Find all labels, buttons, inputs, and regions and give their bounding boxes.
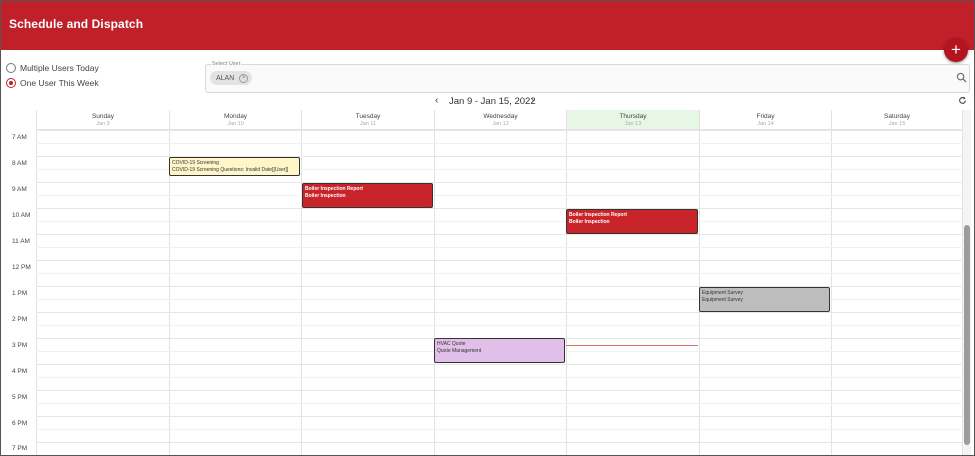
day-header-thursday-today: Thursday Jan 13	[566, 110, 699, 130]
user-select-field[interactable]: Select User ALAN ×	[205, 61, 970, 93]
day-date: Jan 15	[888, 121, 906, 127]
day-date: Jan 12	[492, 121, 509, 127]
time-label: 5 PM	[12, 394, 28, 401]
day-column[interactable]	[434, 130, 566, 455]
day-column[interactable]	[831, 130, 963, 455]
time-label: 12 PM	[12, 264, 31, 271]
calendar-grid: Sunday Jan 9 Monday Jan 10 Tuesday Jan 1…	[4, 110, 963, 455]
half-hour-line	[36, 377, 963, 378]
app-header: Schedule and Dispatch	[1, 1, 974, 50]
event-equipment-survey[interactable]: Equipment Survey Equipment Survey	[699, 287, 830, 312]
next-week-button[interactable]: ›	[531, 95, 534, 106]
hour-line	[36, 416, 963, 417]
half-hour-line	[36, 273, 963, 274]
radio-multiple-users-today[interactable]: Multiple Users Today	[6, 63, 99, 73]
time-label: 7 PM	[12, 445, 28, 452]
day-date: Jan 10	[227, 121, 244, 127]
event-subtitle: Boiler Inspection	[305, 192, 346, 199]
day-name: Thursday	[619, 113, 647, 120]
day-name: Monday	[223, 113, 248, 120]
hour-line	[36, 442, 963, 443]
search-icon[interactable]	[956, 72, 967, 83]
hour-line	[36, 234, 963, 235]
day-date: Jan 14	[757, 121, 774, 127]
hour-line	[36, 364, 963, 365]
current-time-indicator	[566, 345, 698, 346]
add-button[interactable]: +	[944, 38, 968, 62]
time-label: 3 PM	[12, 342, 28, 349]
event-subtitle: Equipment Survey	[702, 296, 743, 303]
app-window: Schedule and Dispatch + Multiple Users T…	[0, 0, 975, 456]
day-header-wednesday: Wednesday Jan 12	[434, 110, 566, 130]
time-label: 2 PM	[12, 316, 28, 323]
radio-label: One User This Week	[20, 78, 99, 88]
user-chip-label: ALAN	[216, 74, 235, 82]
day-header-monday: Monday Jan 10	[169, 110, 301, 130]
day-header-tuesday: Tuesday Jan 11	[301, 110, 434, 130]
day-column[interactable]	[301, 130, 434, 455]
day-column[interactable]	[36, 130, 169, 455]
day-column[interactable]	[169, 130, 301, 455]
half-hour-line	[36, 247, 963, 248]
half-hour-line	[36, 403, 963, 404]
day-header-saturday: Saturday Jan 15	[831, 110, 963, 130]
hour-line	[36, 260, 963, 261]
radio-selected-icon	[6, 78, 16, 88]
day-name: Wednesday	[483, 113, 518, 120]
time-label: 1 PM	[12, 290, 28, 297]
day-column[interactable]	[566, 130, 699, 455]
day-name: Friday	[756, 113, 775, 120]
half-hour-line	[36, 143, 963, 144]
refresh-icon[interactable]	[958, 96, 967, 105]
calendar-scrollbar[interactable]	[963, 110, 971, 455]
event-subtitle: Boiler Inspection	[569, 218, 610, 225]
time-label: 7 AM	[12, 134, 27, 141]
day-name: Saturday	[883, 113, 911, 120]
page-title: Schedule and Dispatch	[9, 17, 144, 31]
time-label: 4 PM	[12, 368, 28, 375]
event-boiler-inspection-thursday[interactable]: Boiler Inspection Report Boiler Inspecti…	[566, 209, 698, 234]
plus-icon: +	[951, 40, 961, 59]
prev-week-button[interactable]: ‹	[435, 95, 438, 106]
half-hour-line	[36, 195, 963, 196]
user-chip[interactable]: ALAN ×	[210, 71, 253, 85]
radio-label: Multiple Users Today	[20, 63, 99, 73]
hour-line	[36, 208, 963, 209]
chip-remove-icon[interactable]: ×	[239, 73, 249, 83]
half-hour-line	[36, 221, 963, 222]
time-label: 6 PM	[12, 420, 28, 427]
day-date: Jan 9	[96, 121, 110, 127]
event-covid-screening[interactable]: COVID-19 Screening COVID-19 Screening Qu…	[169, 157, 300, 176]
half-hour-line	[36, 325, 963, 326]
hour-line	[36, 182, 963, 183]
day-header-friday: Friday Jan 14	[699, 110, 831, 130]
event-subtitle: COVID-19 Screening Questions: Invalid Da…	[172, 166, 289, 173]
day-header-sunday: Sunday Jan 9	[36, 110, 169, 130]
day-date: Jan 13	[624, 121, 642, 127]
day-date: Jan 11	[359, 121, 377, 127]
hour-line	[36, 130, 963, 131]
event-subtitle: Quote Management	[437, 347, 482, 354]
event-hvac-quote[interactable]: HVAC Quote Quote Management	[434, 338, 565, 363]
radio-one-user-this-week[interactable]: One User This Week	[6, 78, 99, 88]
event-boiler-inspection-tuesday[interactable]: Boiler Inspection Report Boiler Inspecti…	[302, 183, 433, 208]
radio-icon	[6, 63, 16, 73]
half-hour-line	[36, 429, 963, 430]
scrollbar-thumb[interactable]	[964, 225, 970, 445]
time-label: 8 AM	[12, 160, 27, 167]
day-name: Sunday	[91, 113, 115, 120]
user-select-label: Select User	[211, 61, 242, 67]
week-range: Jan 9 - Jan 15, 2022	[449, 96, 536, 107]
time-label: 9 AM	[12, 186, 27, 193]
week-navigation: ‹ Jan 9 - Jan 15, 2022 ›	[1, 94, 974, 109]
time-label: 10 AM	[12, 212, 31, 219]
hour-line	[36, 390, 963, 391]
time-label: 11 AM	[12, 238, 30, 245]
hour-line	[36, 312, 963, 313]
day-name: Tuesday	[355, 113, 381, 120]
